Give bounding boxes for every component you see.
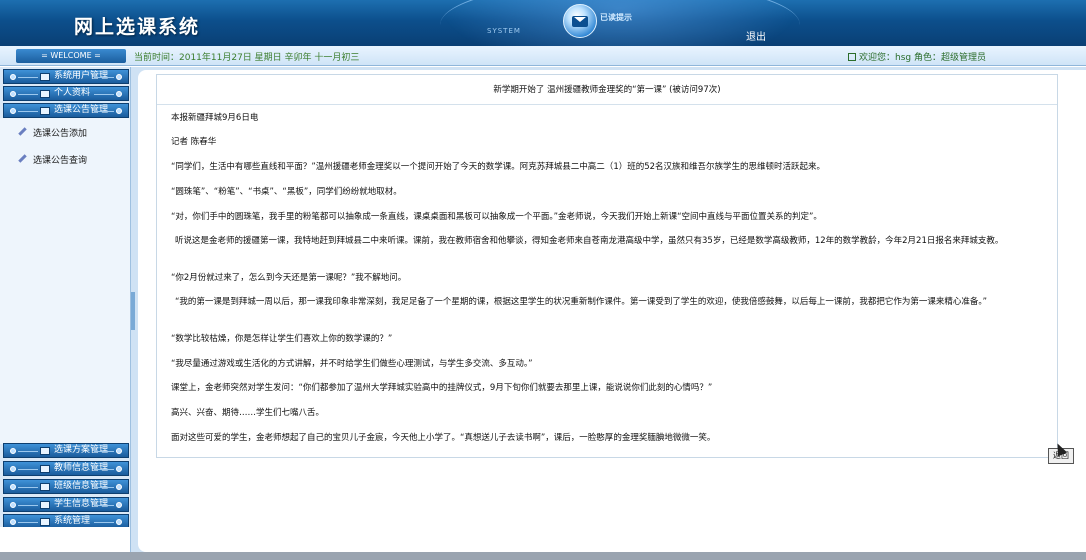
- article-paragraph: 本报新疆拜城9月6日电: [171, 113, 259, 123]
- menu-dot-left: [10, 108, 16, 114]
- menu-folder-icon: [40, 518, 50, 526]
- menu-dot-right: [116, 466, 122, 472]
- notice-article: 新学期开始了 温州援疆教师金理奖的“第一课” (被访问97次) 本报新疆拜城9月…: [156, 74, 1074, 464]
- logout-link[interactable]: 退出: [746, 28, 766, 43]
- menu-student-info[interactable]: 学生信息管理: [3, 497, 129, 512]
- menu-line-left: [18, 487, 38, 488]
- status-bar: = WELCOME = 当前时间：2011年11月27日 星期日 辛卯年 十一月…: [0, 46, 1086, 66]
- article-paragraph: “你2月份就过来了，怎么到今天还是第一课呢？”我不解地问。: [171, 273, 407, 283]
- user-info-text: 欢迎您：hsg 角色：超级管理员: [859, 53, 986, 63]
- pencil-icon: [18, 127, 27, 136]
- mail-label: 已读提示: [600, 13, 632, 22]
- menu-folder-icon: [40, 483, 50, 491]
- menu-label: 个人资料: [54, 88, 91, 98]
- menu-folder-icon: [40, 73, 50, 81]
- submenu-add-notice[interactable]: 选课公告添加: [18, 127, 87, 141]
- menu-line-right: [94, 94, 114, 95]
- menu-folder-icon: [40, 465, 50, 473]
- article-paragraph: “我的第一课是到拜城一周以后，那一课我印象非常深刻，我足足备了一个星期的课，根据…: [175, 297, 988, 307]
- menu-folder-icon: [40, 90, 50, 98]
- menu-line-right: [94, 451, 114, 452]
- menu-teacher-info[interactable]: 教师信息管理: [3, 461, 129, 476]
- mail-icon: [572, 15, 588, 27]
- article-paragraph: 面对这些可爱的学生，金老师想起了自己的宝贝儿子金宸，今天他上小学了。“真想送儿子…: [171, 433, 716, 443]
- menu-folder-icon: [40, 107, 50, 115]
- menu-profile[interactable]: 个人资料: [3, 86, 129, 101]
- menu-line-right: [94, 469, 114, 470]
- menu-dot-left: [10, 466, 16, 472]
- article-paragraph: “圆珠笔”、“粉笔”、“书桌”、“黑板”，同学们纷纷就地取材。: [171, 187, 402, 197]
- article-paragraph: “同学们，生活中有哪些直线和平面？”温州援疆老师金理奖以一个提问开始了今天的数学…: [171, 162, 826, 172]
- menu-dot-left: [10, 91, 16, 97]
- menu-system-users[interactable]: 系统用户管理: [3, 69, 129, 84]
- menu-line-left: [18, 522, 38, 523]
- menu-notice-management[interactable]: 选课公告管理: [3, 103, 129, 118]
- submenu-label: 选课公告添加: [33, 129, 88, 139]
- menu-dot-left: [10, 74, 16, 80]
- menu-line-right: [94, 77, 114, 78]
- menu-folder-icon: [40, 447, 50, 455]
- menu-line-left: [18, 94, 38, 95]
- sidebar-bottom-space: [0, 527, 130, 552]
- menu-dot-left: [10, 519, 16, 525]
- menu-line-left: [18, 505, 38, 506]
- menu-line-right: [94, 505, 114, 506]
- menu-dot-left: [10, 484, 16, 490]
- menu-dot-right: [116, 74, 122, 80]
- user-icon: [848, 53, 856, 61]
- menu-dot-right: [116, 519, 122, 525]
- submenu-query-notice[interactable]: 选课公告查询: [18, 154, 87, 168]
- main-content: 新学期开始了 温州援疆教师金理奖的“第一课” (被访问97次) 本报新疆拜城9月…: [136, 67, 1086, 552]
- current-datetime: 当前时间：2011年11月27日 星期日 辛卯年 十一月初三: [134, 53, 360, 63]
- menu-line-right: [94, 522, 114, 523]
- sidebar: 系统用户管理 个人资料 选课公告管理 选课公告添加 选课公告查询 选课方案管理 …: [0, 67, 131, 552]
- menu-dot-right: [116, 484, 122, 490]
- menu-dot-right: [116, 502, 122, 508]
- menu-line-left: [18, 469, 38, 470]
- pencil-icon: [18, 154, 27, 163]
- menu-line-left: [18, 451, 38, 452]
- menu-line-right: [94, 487, 114, 488]
- mail-button[interactable]: [563, 4, 597, 38]
- content-panel: 新学期开始了 温州援疆教师金理奖的“第一课” (被访问97次) 本报新疆拜城9月…: [138, 70, 1086, 552]
- submenu-panel: 选课公告添加 选课公告查询: [0, 118, 130, 444]
- menu-dot-left: [10, 448, 16, 454]
- article-paragraph: “对，你们手中的圆珠笔，我手里的粉笔都可以抽象成一条直线，课桌桌面和黑板可以抽象…: [171, 212, 822, 222]
- submenu-label: 选课公告查询: [33, 156, 88, 166]
- user-info: 欢迎您：hsg 角色：超级管理员: [848, 50, 986, 63]
- article-paragraph: “我尽量通过游戏或生活化的方式讲解，并不时给学生们做些心理测试，与学生多交流、多…: [171, 359, 533, 369]
- menu-dot-right: [116, 91, 122, 97]
- article-paragraph: 课堂上，金老师突然对学生发问：“你们都参加了温州大学拜城实验高中的挂牌仪式，9月…: [171, 383, 713, 393]
- article-paragraph: 高兴、兴奋、期待……学生们七嘴八舌。: [171, 408, 325, 418]
- app-title: 网上选课系统: [74, 16, 201, 38]
- menu-course-plan[interactable]: 选课方案管理: [3, 443, 129, 458]
- menu-dot-right: [116, 448, 122, 454]
- top-header: 网上选课系统 SYSTEM 已读提示 退出: [0, 0, 1086, 46]
- article-paragraph: 听说这是金老师的援疆第一课，我特地赶到拜城县二中来听课。课前，我在教师宿舍和他攀…: [175, 236, 1004, 246]
- menu-folder-icon: [40, 501, 50, 509]
- article-title: 新学期开始了 温州援疆教师金理奖的“第一课” (被访问97次): [157, 75, 1057, 105]
- welcome-badge: = WELCOME =: [16, 49, 126, 63]
- article-paragraph: “数学比较枯燥，你是怎样让学生们喜欢上你的数学课的？”: [171, 334, 393, 344]
- system-label: SYSTEM: [487, 27, 521, 35]
- menu-dot-right: [116, 108, 122, 114]
- article-paragraph: 记者 陈春华: [171, 137, 217, 147]
- menu-line-left: [18, 111, 38, 112]
- window-bottom-strip: [0, 552, 1086, 560]
- menu-dot-left: [10, 502, 16, 508]
- menu-line-left: [18, 77, 38, 78]
- menu-class-info[interactable]: 班级信息管理: [3, 479, 129, 494]
- collapse-handle[interactable]: [131, 292, 135, 330]
- menu-line-right: [94, 111, 114, 112]
